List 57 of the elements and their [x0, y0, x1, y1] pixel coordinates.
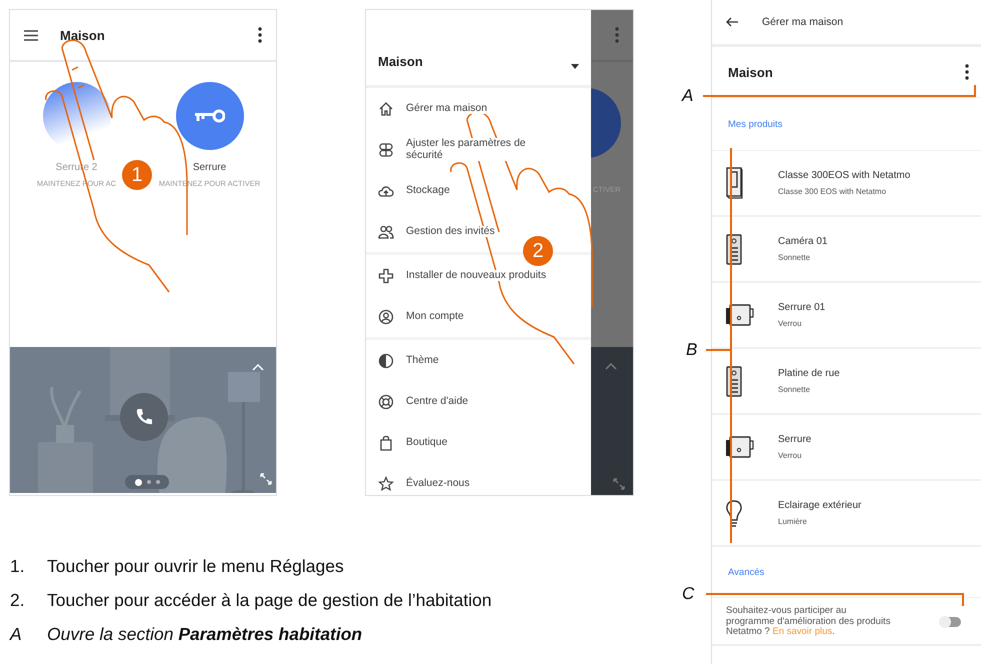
menu-icon — [24, 30, 38, 40]
product-row[interactable]: Platine de rue Sonnette — [712, 349, 981, 415]
step-marker: 2. — [10, 590, 26, 611]
more-options-icon — [965, 64, 969, 80]
lifebuoy-icon — [378, 394, 394, 410]
product-row[interactable]: Serrure Verrou — [712, 415, 981, 481]
product-row[interactable]: Serrure 01 Verrou — [712, 283, 981, 349]
menu-item[interactable]: Mon compte — [378, 308, 464, 324]
step-marker: A — [10, 624, 23, 645]
pager-dot[interactable] — [134, 478, 142, 486]
program-text: Souhaitez-vous participer au programme d'amélioration des produits Netatmo ? En savoir plus. — [726, 606, 891, 638]
device-name: Serrure — [192, 162, 226, 173]
home-selector[interactable]: Maison — [378, 54, 571, 69]
half-circle-icon — [378, 352, 394, 368]
callout-label: A — [682, 86, 694, 106]
back-arrow-icon — [726, 17, 738, 27]
toggle-pair-icon — [378, 142, 394, 158]
star-icon — [378, 476, 394, 492]
bag-icon — [378, 434, 394, 450]
house-icon — [378, 100, 394, 116]
people-icon — [378, 224, 394, 240]
cross-shape-icon — [378, 268, 394, 284]
door-lock-icon — [726, 436, 754, 458]
chevron-up-icon — [252, 364, 264, 371]
expand-icon — [260, 473, 272, 485]
more-options-icon — [258, 27, 262, 43]
home-name: Maison — [728, 64, 774, 80]
menu-item[interactable]: Stockage — [378, 182, 450, 198]
step-text: Toucher pour ouvrir le menu Réglages — [47, 556, 344, 577]
toggle-switch[interactable] — [941, 616, 961, 627]
step-text: Ouvre la section Paramètres habitation — [47, 624, 362, 645]
expand-icon — [613, 478, 625, 490]
door-lock-icon — [726, 304, 754, 326]
menu-item[interactable]: Centre d'aide — [378, 394, 468, 410]
step-marker: 1. — [10, 556, 26, 577]
section-heading: Mes produits — [728, 118, 782, 130]
pager-dot[interactable] — [156, 480, 160, 484]
screen-title: Maison — [60, 28, 106, 42]
section-heading: Avancés — [728, 566, 764, 578]
phone-icon — [135, 408, 153, 426]
dropdown-caret-icon — [571, 64, 579, 69]
product-row[interactable]: Eclairage extérieur Lumière — [712, 481, 981, 547]
pager-dot[interactable] — [146, 480, 150, 484]
menu-item[interactable]: Boutique — [378, 434, 448, 450]
account-icon — [378, 308, 394, 324]
more-options-icon — [615, 27, 619, 43]
light-bulb-icon — [726, 500, 742, 526]
callout-label: C — [682, 584, 694, 604]
key-icon — [194, 109, 224, 123]
product-row[interactable]: Caméra 01 Sonnette — [712, 217, 981, 283]
menu-item[interactable]: Thème — [378, 352, 439, 368]
product-row[interactable]: Classe 300EOS with Netatmo Classe 300 EOS with Netatmo — [712, 151, 981, 217]
screen-title: Gérer ma maison — [762, 16, 844, 28]
step-badge: 1 — [122, 160, 152, 190]
chevron-up-icon — [605, 363, 617, 370]
callout-label: B — [686, 340, 698, 360]
step-text: Toucher pour accéder à la page de gestion de l’habitation — [47, 590, 492, 611]
